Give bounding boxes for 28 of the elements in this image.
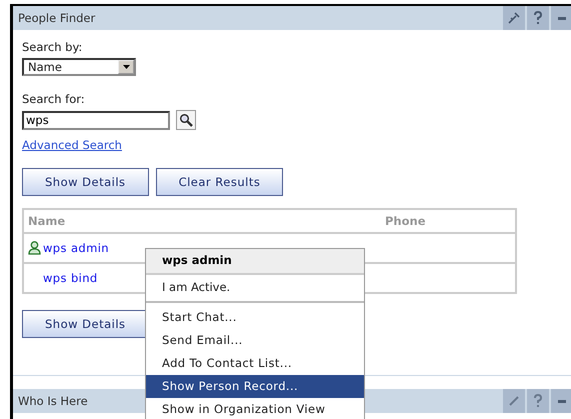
status-text: I am Active. — [146, 275, 364, 303]
menu-item[interactable]: Send Email... — [146, 329, 364, 352]
menu-item[interactable]: Show in Organization View — [146, 398, 364, 419]
person-link[interactable]: wps admin — [43, 241, 109, 255]
pencil-icon[interactable] — [503, 389, 525, 413]
wrench-icon[interactable] — [503, 6, 525, 30]
person-icon — [28, 241, 41, 255]
advanced-search-link[interactable]: Advanced Search — [22, 138, 122, 152]
clear-results-button[interactable]: Clear Results — [156, 168, 284, 196]
search-by-dropdown[interactable]: Name — [22, 58, 136, 76]
show-details-button[interactable]: Show Details — [22, 168, 149, 196]
portlet-title: Who Is Here — [18, 394, 88, 408]
minimize-icon[interactable] — [551, 6, 571, 30]
column-header: Phone — [385, 214, 427, 228]
search-icon[interactable] — [176, 110, 196, 130]
menu-item[interactable]: Show Person Record... — [146, 375, 364, 398]
column-header: Name — [27, 214, 66, 228]
search-field[interactable]: wps — [22, 110, 170, 130]
search-for-label: Search for: — [22, 92, 85, 106]
minimize-icon[interactable] — [551, 389, 571, 413]
person-link[interactable]: wps bind — [43, 271, 98, 285]
search-by-label: Search by: — [22, 40, 82, 54]
help-icon[interactable] — [527, 6, 549, 30]
menu-header: wps admin — [146, 249, 364, 275]
menu-item[interactable]: Start Chat... — [146, 306, 364, 329]
help-icon[interactable] — [527, 389, 549, 413]
portlet-title: People Finder — [18, 11, 96, 25]
menu-item[interactable]: Add To Contact List... — [146, 352, 364, 375]
